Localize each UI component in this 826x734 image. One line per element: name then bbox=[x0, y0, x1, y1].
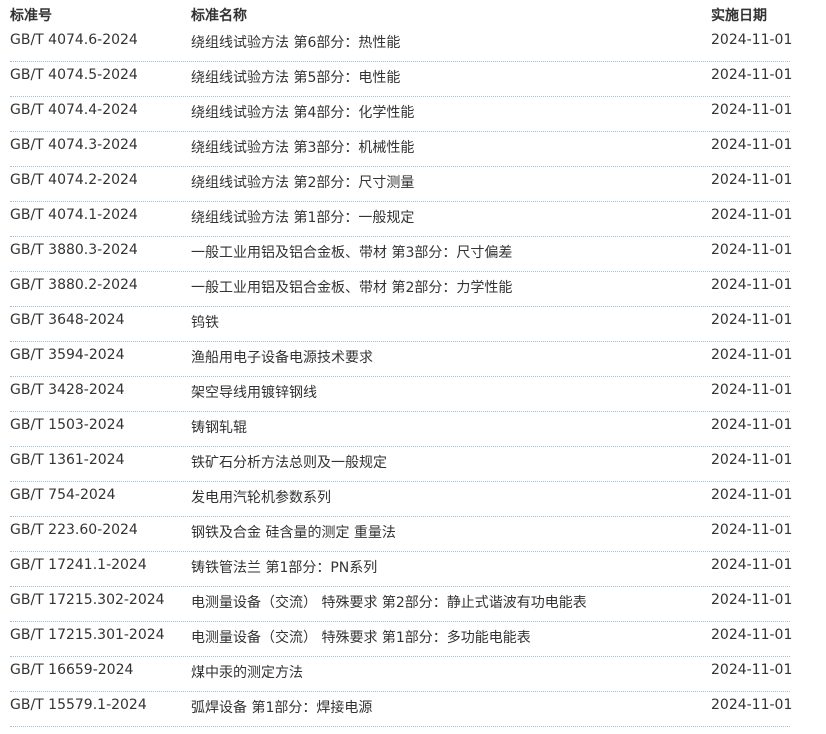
implementation-date: 2024-11-01 bbox=[711, 172, 793, 188]
table-row[interactable]: GB/T 4074.6-2024 绕组线试验方法 第6部分：热性能 2024-11-… bbox=[0, 27, 826, 62]
header-date: 实施日期 bbox=[711, 8, 767, 24]
table-row[interactable]: GB/T 16659-2024 煤中汞的测定方法 2024-11-01 bbox=[0, 657, 826, 692]
implementation-date: 2024-11-01 bbox=[711, 102, 793, 118]
header-name: 标准名称 bbox=[191, 8, 247, 24]
standard-code: GB/T 17241.1-2024 bbox=[10, 557, 147, 573]
standard-code: GB/T 16659-2024 bbox=[10, 662, 134, 678]
standard-code: GB/T 3880.3-2024 bbox=[10, 242, 138, 258]
standard-code: GB/T 223.60-2024 bbox=[10, 522, 138, 538]
implementation-date: 2024-11-01 bbox=[711, 242, 793, 258]
implementation-date: 2024-11-01 bbox=[711, 347, 793, 363]
implementation-date: 2024-11-01 bbox=[711, 452, 793, 468]
standard-name[interactable]: 铸钢轧辊 bbox=[191, 417, 247, 437]
implementation-date: 2024-11-01 bbox=[711, 697, 793, 713]
standard-code: GB/T 4074.2-2024 bbox=[10, 172, 138, 188]
standards-list: 标准号 标准名称 实施日期 GB/T 4074.6-2024 绕组线试验方法 第6… bbox=[0, 0, 826, 734]
standard-code: GB/T 4074.5-2024 bbox=[10, 67, 138, 83]
table-row[interactable]: GB/T 4074.4-2024 绕组线试验方法 第4部分：化学性能 2024-11… bbox=[0, 97, 826, 132]
implementation-date: 2024-11-01 bbox=[711, 662, 793, 678]
implementation-date: 2024-11-01 bbox=[711, 417, 793, 433]
table-row[interactable]: GB/T 3880.3-2024 一般工业用铝及铝合金板、带材 第3部分：尺寸偏差… bbox=[0, 237, 826, 272]
standard-code: GB/T 1503-2024 bbox=[10, 417, 125, 433]
table-row[interactable]: GB/T 3880.2-2024 一般工业用铝及铝合金板、带材 第2部分：力学性能… bbox=[0, 272, 826, 307]
implementation-date: 2024-11-01 bbox=[711, 382, 793, 398]
implementation-date: 2024-11-01 bbox=[711, 277, 793, 293]
standard-code: GB/T 3648-2024 bbox=[10, 312, 125, 328]
standard-code: GB/T 17215.302-2024 bbox=[10, 592, 165, 608]
standard-name[interactable]: 电测量设备（交流） 特殊要求 第1部分：多功能电能表 bbox=[191, 627, 531, 647]
row-divider bbox=[10, 726, 790, 727]
table-row[interactable]: GB/T 17215.302-2024 电测量设备（交流） 特殊要求 第2部分：静… bbox=[0, 587, 826, 622]
standard-code: GB/T 4074.3-2024 bbox=[10, 137, 138, 153]
table-row[interactable]: GB/T 4074.5-2024 绕组线试验方法 第5部分：电性能 2024-11-… bbox=[0, 62, 826, 97]
standard-code: GB/T 1361-2024 bbox=[10, 452, 125, 468]
standard-code: GB/T 754-2024 bbox=[10, 487, 116, 503]
implementation-date: 2024-11-01 bbox=[711, 207, 793, 223]
table-row[interactable]: GB/T 3648-2024 钨铁 2024-11-01 bbox=[0, 307, 826, 342]
standard-name[interactable]: 铸铁管法兰 第1部分：PN系列 bbox=[191, 557, 377, 577]
standard-name[interactable]: 电测量设备（交流） 特殊要求 第2部分：静止式谐波有功电能表 bbox=[191, 592, 587, 612]
standard-name[interactable]: 钢铁及合金 硅含量的测定 重量法 bbox=[191, 522, 396, 542]
table-row[interactable]: GB/T 3428-2024 架空导线用镀锌钢线 2024-11-01 bbox=[0, 377, 826, 412]
table-row[interactable]: GB/T 3594-2024 渔船用电子设备电源技术要求 2024-11-01 bbox=[0, 342, 826, 377]
header-code: 标准号 bbox=[10, 8, 52, 24]
standard-name[interactable]: 绕组线试验方法 第1部分：一般规定 bbox=[191, 207, 414, 227]
table-row[interactable]: GB/T 4074.3-2024 绕组线试验方法 第3部分：机械性能 2024-11… bbox=[0, 132, 826, 167]
standard-code: GB/T 3428-2024 bbox=[10, 382, 125, 398]
table-row[interactable]: GB/T 17241.1-2024 铸铁管法兰 第1部分：PN系列 2024-11-… bbox=[0, 552, 826, 587]
standard-name[interactable]: 钨铁 bbox=[191, 312, 219, 332]
implementation-date: 2024-11-01 bbox=[711, 522, 793, 538]
table-row[interactable]: GB/T 754-2024 发电用汽轮机参数系列 2024-11-01 bbox=[0, 482, 826, 517]
implementation-date: 2024-11-01 bbox=[711, 487, 793, 503]
table-row[interactable]: GB/T 223.60-2024 钢铁及合金 硅含量的测定 重量法 2024-11-… bbox=[0, 517, 826, 552]
table-row[interactable]: GB/T 1361-2024 铁矿石分析方法总则及一般规定 2024-11-01 bbox=[0, 447, 826, 482]
standard-code: GB/T 17215.301-2024 bbox=[10, 627, 165, 643]
standard-name[interactable]: 弧焊设备 第1部分：焊接电源 bbox=[191, 697, 372, 717]
standard-name[interactable]: 一般工业用铝及铝合金板、带材 第3部分：尺寸偏差 bbox=[191, 242, 512, 262]
standard-code: GB/T 4074.6-2024 bbox=[10, 32, 138, 48]
standard-code: GB/T 4074.4-2024 bbox=[10, 102, 138, 118]
standard-name[interactable]: 绕组线试验方法 第6部分：热性能 bbox=[191, 32, 400, 52]
table-row[interactable]: GB/T 4074.2-2024 绕组线试验方法 第2部分：尺寸测量 2024-11… bbox=[0, 167, 826, 202]
standard-name[interactable]: 铁矿石分析方法总则及一般规定 bbox=[191, 452, 387, 472]
table-row[interactable]: GB/T 17215.301-2024 电测量设备（交流） 特殊要求 第1部分：多… bbox=[0, 622, 826, 657]
standard-name[interactable]: 发电用汽轮机参数系列 bbox=[191, 487, 331, 507]
implementation-date: 2024-11-01 bbox=[711, 137, 793, 153]
table-row[interactable]: GB/T 1503-2024 铸钢轧辊 2024-11-01 bbox=[0, 412, 826, 447]
implementation-date: 2024-11-01 bbox=[711, 32, 793, 48]
standard-name[interactable]: 绕组线试验方法 第4部分：化学性能 bbox=[191, 102, 414, 122]
table-row[interactable]: GB/T 4074.1-2024 绕组线试验方法 第1部分：一般规定 2024-11… bbox=[0, 202, 826, 237]
standard-name[interactable]: 绕组线试验方法 第3部分：机械性能 bbox=[191, 137, 414, 157]
table-header: 标准号 标准名称 实施日期 bbox=[0, 0, 826, 28]
standard-name[interactable]: 架空导线用镀锌钢线 bbox=[191, 382, 317, 402]
standard-code: GB/T 3880.2-2024 bbox=[10, 277, 138, 293]
implementation-date: 2024-11-01 bbox=[711, 312, 793, 328]
table-body: GB/T 4074.6-2024 绕组线试验方法 第6部分：热性能 2024-11-… bbox=[0, 27, 826, 727]
standard-name[interactable]: 渔船用电子设备电源技术要求 bbox=[191, 347, 373, 367]
table-row[interactable]: GB/T 15579.1-2024 弧焊设备 第1部分：焊接电源 2024-11-0… bbox=[0, 692, 826, 727]
standard-name[interactable]: 一般工业用铝及铝合金板、带材 第2部分：力学性能 bbox=[191, 277, 512, 297]
standard-name[interactable]: 煤中汞的测定方法 bbox=[191, 662, 303, 682]
standard-code: GB/T 3594-2024 bbox=[10, 347, 125, 363]
implementation-date: 2024-11-01 bbox=[711, 67, 793, 83]
implementation-date: 2024-11-01 bbox=[711, 627, 793, 643]
standard-name[interactable]: 绕组线试验方法 第2部分：尺寸测量 bbox=[191, 172, 414, 192]
implementation-date: 2024-11-01 bbox=[711, 592, 793, 608]
implementation-date: 2024-11-01 bbox=[711, 557, 793, 573]
standard-code: GB/T 4074.1-2024 bbox=[10, 207, 138, 223]
standard-name[interactable]: 绕组线试验方法 第5部分：电性能 bbox=[191, 67, 400, 87]
standard-code: GB/T 15579.1-2024 bbox=[10, 697, 147, 713]
